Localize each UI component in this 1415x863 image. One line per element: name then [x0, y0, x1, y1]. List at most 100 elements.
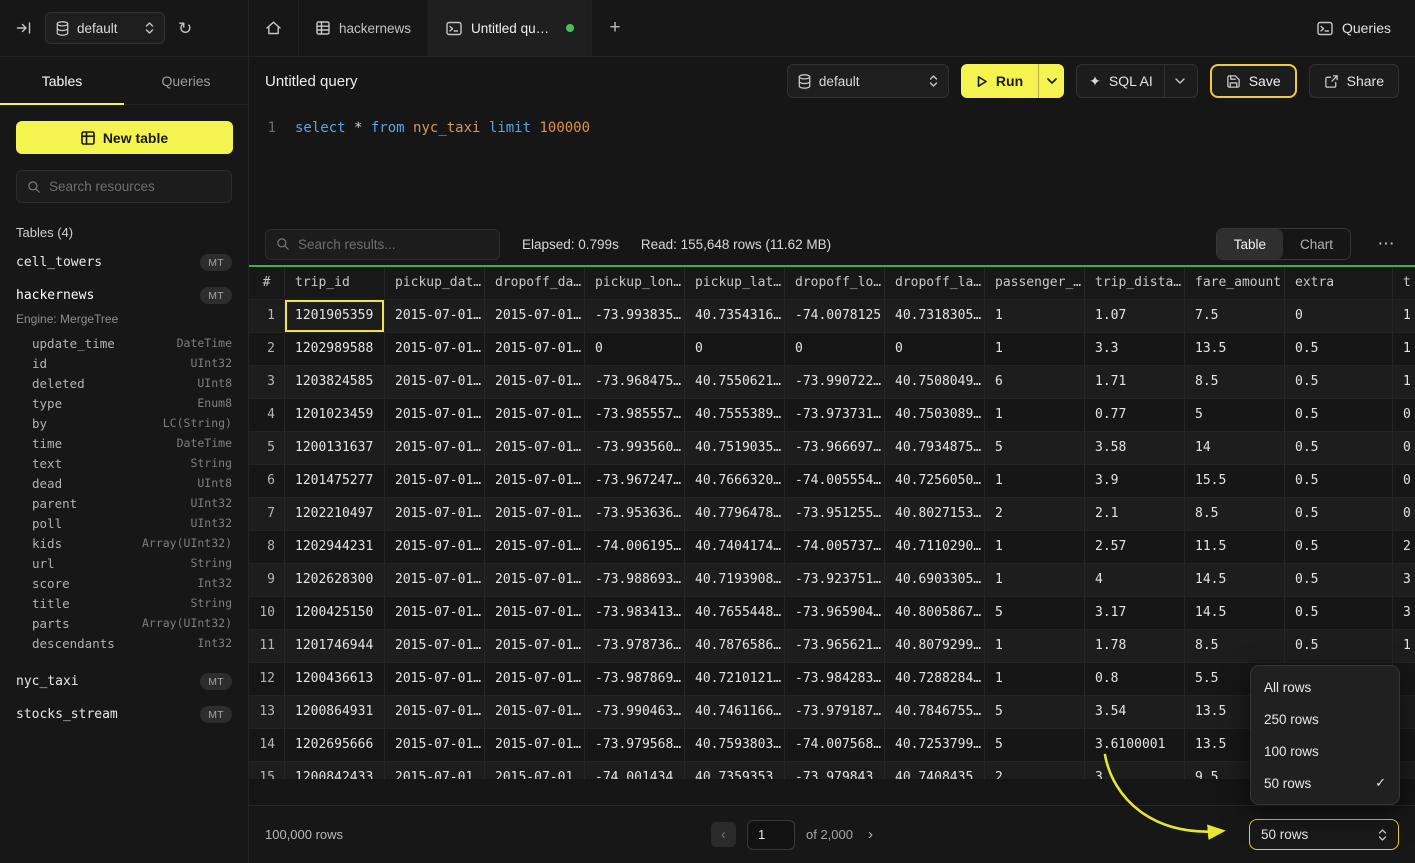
table-cell[interactable]: 40.7404174…	[685, 531, 785, 564]
row-number[interactable]: 11	[249, 630, 285, 663]
table-cell[interactable]: 2015-07-01…	[385, 465, 485, 498]
table-cell[interactable]: 2015-07-01…	[485, 300, 585, 333]
table-cell[interactable]: 0.77	[1085, 399, 1185, 432]
table-cell[interactable]: 40.7408435…	[885, 762, 985, 779]
table-cell[interactable]: 2015-07-01…	[485, 366, 585, 399]
table-cell[interactable]: 2015-07-01…	[385, 696, 485, 729]
more-options-button[interactable]: ⋯	[1373, 234, 1399, 254]
table-cell[interactable]: 2015-07-01…	[385, 564, 485, 597]
column-header[interactable]: trip_id	[285, 267, 385, 300]
row-number[interactable]: 10	[249, 597, 285, 630]
row-number[interactable]: 4	[249, 399, 285, 432]
table-cell[interactable]: 40.7550621…	[685, 366, 785, 399]
share-button[interactable]: Share	[1309, 64, 1399, 98]
refresh-icon[interactable]: ↻	[178, 20, 192, 37]
table-cell[interactable]: 40.7503089…	[885, 399, 985, 432]
tab-untitled-query[interactable]: Untitled qu…	[429, 0, 592, 56]
table-cell[interactable]: -73.966697…	[785, 432, 885, 465]
table-cell[interactable]: 1	[1393, 300, 1415, 333]
table-cell[interactable]: 2015-07-01…	[385, 399, 485, 432]
table-cell[interactable]: 3	[1393, 597, 1415, 630]
table-cell[interactable]: -74.007568…	[785, 729, 885, 762]
table-cell[interactable]: -73.990463…	[585, 696, 685, 729]
table-cell[interactable]: 3.54	[1085, 696, 1185, 729]
page-input[interactable]: 1	[747, 820, 795, 850]
table-cell[interactable]: 5	[985, 696, 1085, 729]
table-cell[interactable]: 40.7210121…	[685, 663, 785, 696]
table-cell[interactable]: 0.5	[1285, 597, 1393, 630]
table-cell[interactable]: 3.17	[1085, 597, 1185, 630]
column-header[interactable]: pickup_dat…	[385, 267, 485, 300]
table-cell[interactable]: 3	[1085, 762, 1185, 779]
column-header[interactable]: trip_dista…	[1085, 267, 1185, 300]
table-cell[interactable]: -73.983413…	[585, 597, 685, 630]
sidebar-table-stocks-stream[interactable]: stocks_stream MT	[0, 698, 248, 731]
row-number[interactable]: 6	[249, 465, 285, 498]
table-cell[interactable]: 2015-07-01…	[485, 597, 585, 630]
table-cell[interactable]: -73.978736…	[585, 630, 685, 663]
sql-ai-caret[interactable]	[1164, 65, 1185, 97]
table-cell[interactable]: -73.979843…	[785, 762, 885, 779]
row-number[interactable]: 5	[249, 432, 285, 465]
table-cell[interactable]: 4	[1085, 564, 1185, 597]
table-cell[interactable]: 40.7934875…	[885, 432, 985, 465]
table-cell[interactable]: 0.5	[1285, 432, 1393, 465]
table-cell[interactable]: 40.8027153…	[885, 498, 985, 531]
row-number[interactable]: 12	[249, 663, 285, 696]
table-cell[interactable]: 40.7110290…	[885, 531, 985, 564]
table-cell[interactable]: 1202989588	[285, 333, 385, 366]
table-cell[interactable]: -73.973731…	[785, 399, 885, 432]
table-cell[interactable]: 1	[985, 399, 1085, 432]
page-size-option[interactable]: 250 rows	[1251, 703, 1399, 735]
table-cell[interactable]: 2015-07-01…	[385, 630, 485, 663]
table-cell[interactable]: 5	[985, 597, 1085, 630]
table-cell[interactable]: 40.7359353…	[685, 762, 785, 779]
table-cell[interactable]: 1	[985, 465, 1085, 498]
database-selector[interactable]: default	[45, 12, 165, 44]
table-cell[interactable]: 1200842433	[285, 762, 385, 779]
table-cell[interactable]: 1.71	[1085, 366, 1185, 399]
table-cell[interactable]: 1202628300	[285, 564, 385, 597]
sidebar-column-item[interactable]: scoreInt32	[0, 573, 248, 593]
table-cell[interactable]: 13.5	[1185, 333, 1285, 366]
row-number[interactable]: 2	[249, 333, 285, 366]
table-cell[interactable]: 3.58	[1085, 432, 1185, 465]
row-number[interactable]: 7	[249, 498, 285, 531]
table-cell[interactable]: 14	[1185, 432, 1285, 465]
table-cell[interactable]: 0	[1393, 465, 1415, 498]
table-cell[interactable]: -73.979568…	[585, 729, 685, 762]
table-cell[interactable]: -74.0078125	[785, 300, 885, 333]
table-cell[interactable]: 40.8005867…	[885, 597, 985, 630]
sidebar-column-item[interactable]: pollUInt32	[0, 513, 248, 533]
table-cell[interactable]: 40.7655448…	[685, 597, 785, 630]
table-cell[interactable]: 2015-07-01…	[485, 432, 585, 465]
table-cell[interactable]: 11.5	[1185, 531, 1285, 564]
new-table-button[interactable]: New table	[16, 121, 233, 154]
table-cell[interactable]: 40.7666320…	[685, 465, 785, 498]
view-chart-button[interactable]: Chart	[1283, 229, 1350, 259]
table-cell[interactable]: 3.6100001	[1085, 729, 1185, 762]
table-cell[interactable]: 8.5	[1185, 498, 1285, 531]
table-cell[interactable]: 40.6903305…	[885, 564, 985, 597]
table-cell[interactable]: 15.5	[1185, 465, 1285, 498]
table-cell[interactable]: 2	[1393, 531, 1415, 564]
table-cell[interactable]: 5	[985, 432, 1085, 465]
sidebar-column-item[interactable]: parentUInt32	[0, 493, 248, 513]
table-cell[interactable]: 1200436613	[285, 663, 385, 696]
table-cell[interactable]: 0.5	[1285, 630, 1393, 663]
row-number[interactable]: 9	[249, 564, 285, 597]
table-cell[interactable]: 8.5	[1185, 366, 1285, 399]
table-cell[interactable]: 14.5	[1185, 597, 1285, 630]
sidebar-column-item[interactable]: kidsArray(UInt32)	[0, 533, 248, 553]
table-cell[interactable]: 40.7593803…	[685, 729, 785, 762]
column-header[interactable]: dropoff_lo…	[785, 267, 885, 300]
tab-hackernews[interactable]: hackernews	[299, 0, 429, 56]
table-cell[interactable]: -73.967247…	[585, 465, 685, 498]
table-cell[interactable]: 3	[1393, 564, 1415, 597]
table-cell[interactable]: 2	[985, 498, 1085, 531]
table-cell[interactable]: 1	[1393, 333, 1415, 366]
page-size-select[interactable]: 50 rows	[1249, 819, 1399, 850]
table-cell[interactable]: -73.923751…	[785, 564, 885, 597]
sidebar-tab-queries[interactable]: Queries	[124, 57, 248, 104]
table-cell[interactable]: 40.7508049…	[885, 366, 985, 399]
